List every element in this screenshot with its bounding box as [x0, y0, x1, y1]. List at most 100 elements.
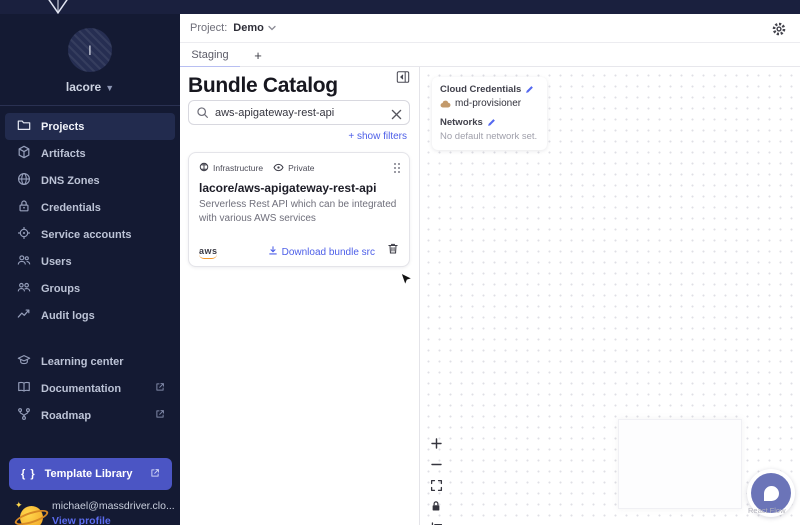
sidebar-item-projects[interactable]: Projects	[5, 113, 175, 140]
lock-interactivity-button[interactable]	[428, 498, 444, 514]
lock-icon	[17, 199, 31, 216]
branch-icon	[17, 407, 31, 424]
sidebar-item-label: Projects	[41, 120, 85, 133]
project-label: Project:	[190, 22, 228, 34]
sidebar-item-label: Learning center	[41, 355, 124, 368]
download-icon	[268, 245, 278, 259]
trash-icon[interactable]	[387, 242, 399, 260]
search-icon	[196, 106, 209, 124]
tab-label: Staging	[191, 49, 229, 61]
sidebar-item-dns-zones[interactable]: DNS Zones	[5, 167, 175, 194]
fit-view-button[interactable]	[428, 477, 444, 493]
visibility-badge: Private	[273, 163, 315, 174]
massdriver-logo-icon	[45, 0, 71, 14]
environment-tabs: Staging +	[180, 43, 800, 68]
bundle-description: Serverless Rest API which can be integra…	[199, 199, 397, 224]
external-link-icon	[155, 382, 165, 395]
search-input[interactable]	[215, 102, 385, 123]
sidebar-item-label: Audit logs	[41, 309, 95, 322]
top-strip	[0, 0, 800, 14]
sidebar-item-learning-center[interactable]: Learning center	[5, 348, 175, 375]
sidebar-divider	[0, 105, 180, 106]
chevron-down-icon	[268, 22, 276, 34]
sidebar-item-service-accounts[interactable]: Service accounts	[5, 221, 175, 248]
external-link-icon	[155, 409, 165, 422]
sidebar-item-label: Groups	[41, 282, 81, 295]
auto-layout-button[interactable]	[428, 519, 444, 525]
user-menu[interactable]: lacore ▼	[0, 80, 180, 94]
type-badge: Infrastructure	[199, 162, 263, 174]
edit-credentials-pencil-icon[interactable]	[525, 85, 534, 94]
infrastructure-icon	[199, 162, 209, 174]
react-flow-attribution: React Flow	[748, 506, 786, 515]
template-library-button[interactable]: { } Template Library	[9, 458, 172, 490]
flow-minimap[interactable]	[618, 419, 742, 509]
networks-label: Networks	[440, 117, 483, 128]
download-bundle-link[interactable]: Download bundle src	[268, 245, 375, 259]
package-icon	[17, 145, 31, 162]
avatar-letter: l	[88, 42, 92, 58]
external-link-icon	[150, 468, 160, 481]
folder-icon	[17, 118, 31, 135]
sidebar: l lacore ▼ Projects Artifacts DNS Zones C…	[0, 14, 180, 525]
sidebar-nav: Projects Artifacts DNS Zones Credentials…	[0, 113, 180, 329]
bundle-catalog-panel: Bundle Catalog + show filters Infrastruc…	[180, 67, 420, 525]
sidebar-item-artifacts[interactable]: Artifacts	[5, 140, 175, 167]
download-label: Download bundle src	[281, 246, 375, 258]
crosshair-icon	[17, 226, 31, 243]
braces-icon: { }	[21, 468, 36, 480]
networks-empty-text: No default network set.	[440, 131, 538, 142]
sidebar-item-label: Service accounts	[41, 228, 132, 241]
bundle-card[interactable]: Infrastructure Private lacore/aws-apigat…	[188, 152, 410, 267]
groups-icon	[17, 280, 31, 297]
sidebar-item-label: DNS Zones	[41, 174, 100, 187]
planet-avatar-icon: ✦	[13, 500, 50, 525]
sidebar-item-roadmap[interactable]: Roadmap	[5, 402, 175, 429]
project-header: Project: Demo	[180, 14, 800, 43]
credential-value: md-provisioner	[440, 98, 539, 109]
sidebar-item-label: Users	[41, 255, 72, 268]
bundle-badges: Infrastructure Private	[199, 162, 315, 174]
sidebar-item-credentials[interactable]: Credentials	[5, 194, 175, 221]
project-name: Demo	[233, 22, 264, 34]
aws-logo: aws	[199, 247, 221, 259]
graduation-cap-icon	[17, 353, 31, 370]
sidebar-item-label: Documentation	[41, 382, 122, 395]
clear-search-icon[interactable]	[391, 107, 402, 125]
sidebar-item-label: Roadmap	[41, 409, 92, 422]
zoom-in-button[interactable]	[428, 435, 444, 451]
bundle-card-footer: aws Download bundle src	[189, 240, 409, 266]
cloud-icon	[440, 100, 451, 108]
sidebar-item-users[interactable]: Users	[5, 248, 175, 275]
avatar[interactable]: l	[68, 28, 112, 72]
sidebar-item-groups[interactable]: Groups	[5, 275, 175, 302]
flow-canvas[interactable]: Cloud Credentials md-provisioner Network…	[420, 67, 800, 525]
tab-staging[interactable]: Staging	[180, 43, 240, 68]
book-icon	[17, 380, 31, 397]
show-filters-link[interactable]: + show filters	[348, 131, 407, 142]
flow-controls	[428, 435, 444, 525]
sidebar-item-documentation[interactable]: Documentation	[5, 375, 175, 402]
zoom-out-button[interactable]	[428, 456, 444, 472]
catalog-title: Bundle Catalog	[188, 74, 338, 97]
project-selector[interactable]: Demo	[233, 22, 276, 34]
sidebar-item-label: Artifacts	[41, 147, 86, 160]
gear-icon[interactable]	[771, 21, 787, 37]
eye-icon	[273, 163, 284, 174]
environment-defaults-card: Cloud Credentials md-provisioner Network…	[432, 77, 547, 150]
drag-handle-icon[interactable]	[393, 161, 401, 179]
globe-icon	[17, 172, 31, 189]
visibility-badge-label: Private	[288, 163, 315, 173]
cloud-credentials-label: Cloud Credentials	[440, 84, 522, 95]
users-icon	[17, 253, 31, 270]
add-environment-button[interactable]: +	[246, 43, 270, 67]
edit-networks-pencil-icon[interactable]	[487, 118, 496, 127]
app-window: l lacore ▼ Projects Artifacts DNS Zones C…	[0, 0, 800, 525]
view-profile-link[interactable]: View profile	[52, 515, 111, 525]
bundle-name: lacore/aws-apigateway-rest-api	[199, 181, 377, 195]
profile-section: ✦ michael@massdriver.clo... View profile	[0, 496, 180, 525]
caret-down-icon: ▼	[105, 83, 115, 93]
sidebar-item-audit-logs[interactable]: Audit logs	[5, 302, 175, 329]
user-email: michael@massdriver.clo...	[52, 500, 175, 512]
collapse-panel-icon[interactable]	[396, 70, 410, 84]
